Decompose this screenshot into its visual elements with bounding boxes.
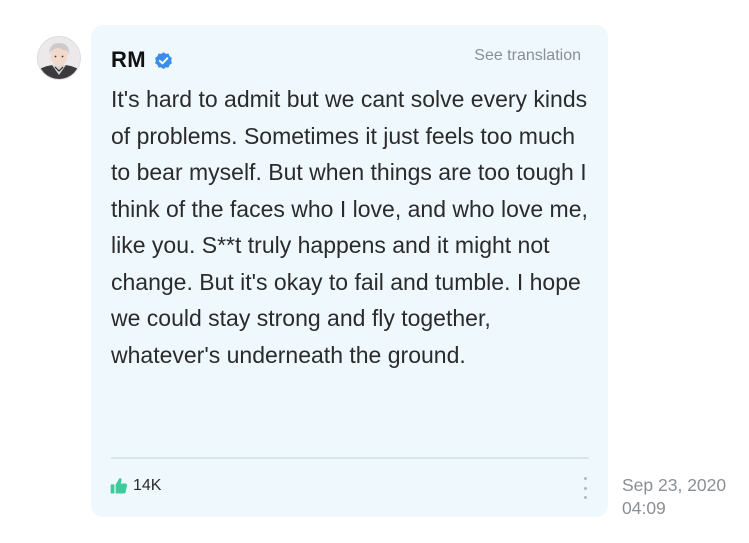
- more-vertical-icon: [583, 477, 587, 480]
- like-button[interactable]: 14K: [109, 476, 161, 496]
- avatar[interactable]: [38, 37, 80, 79]
- author-row: RM: [111, 47, 174, 73]
- post-body-text: It's hard to admit but we cant solve eve…: [111, 86, 588, 368]
- like-count: 14K: [133, 477, 162, 494]
- post-timestamp: Sep 23, 2020 04:09: [622, 474, 726, 520]
- thumbs-up-icon: [109, 476, 129, 496]
- divider: [111, 457, 589, 459]
- more-options-button[interactable]: [581, 477, 589, 499]
- verified-badge-icon: [153, 50, 174, 71]
- post-time: 04:09: [622, 498, 666, 518]
- post-bubble: RM See translation It's hard to admit bu…: [91, 25, 608, 517]
- author-name[interactable]: RM: [111, 47, 146, 73]
- see-translation-link[interactable]: See translation: [474, 47, 581, 65]
- post-date: Sep 23, 2020: [622, 475, 727, 495]
